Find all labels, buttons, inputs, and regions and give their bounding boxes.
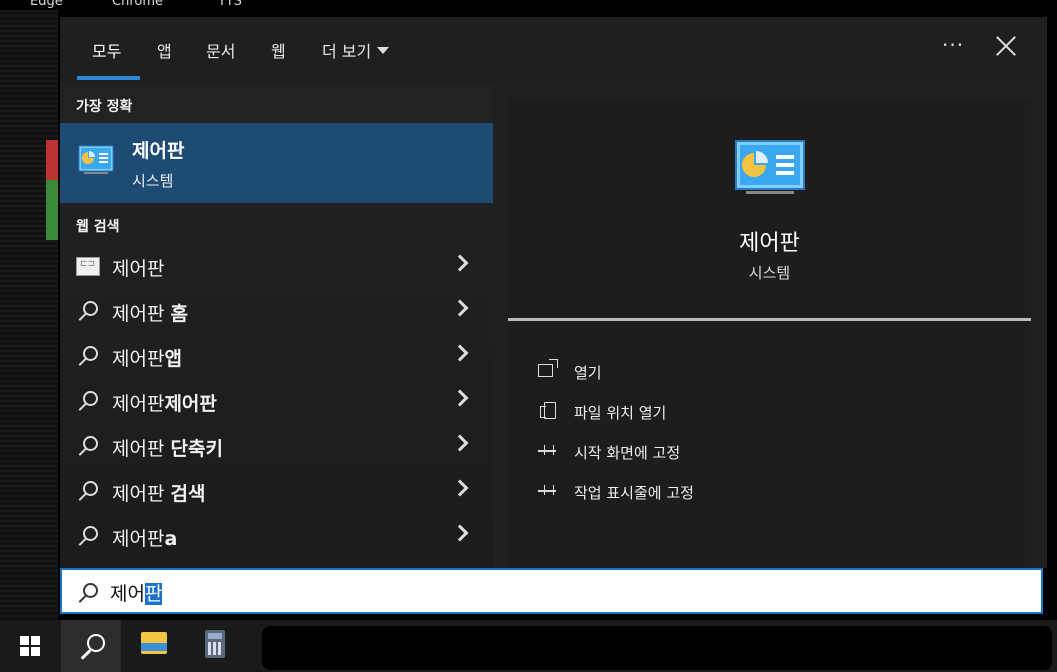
best-match-result[interactable]: 제어판 시스템: [60, 123, 493, 203]
detail-divider: [508, 318, 1031, 321]
chevron-right-icon: [451, 434, 469, 452]
detail-subtitle: 시스템: [748, 264, 791, 282]
web-page-icon: [76, 257, 100, 276]
search-icon: [76, 345, 98, 367]
close-icon[interactable]: [995, 35, 1017, 57]
windows-logo-icon: [20, 636, 40, 656]
web-search-item[interactable]: 제어판: [60, 243, 493, 288]
more-options-button[interactable]: ···: [942, 33, 964, 57]
web-search-heading: 웹 검색: [76, 219, 120, 235]
web-search-item[interactable]: 제어판a: [60, 513, 493, 558]
action-pin-to-start-label: 시작 화면에 고정: [574, 444, 681, 462]
web-search-item[interactable]: 제어판앱: [60, 333, 493, 378]
folder-icon: [141, 632, 167, 654]
web-search-item-label: 제어판 홈: [112, 303, 188, 325]
web-search-item-label: 제어판앱: [112, 348, 182, 370]
web-search-item[interactable]: 제어판제어판: [60, 378, 493, 423]
desktop-label-edge[interactable]: Edge: [30, 0, 63, 9]
chevron-right-icon: [451, 344, 469, 362]
web-search-item-label: 제어판 검색: [112, 483, 206, 505]
web-search-item-label: 제어판a: [112, 528, 178, 550]
search-tabs-bar: 모두 앱 문서 웹 더 보기 ···: [60, 17, 1047, 83]
web-search-item-label: 제어판 단축키: [112, 438, 223, 460]
tab-apps[interactable]: 앱: [157, 38, 172, 62]
action-pin-to-taskbar-label: 작업 표시줄에 고정: [574, 484, 694, 502]
pin-icon: [538, 482, 556, 500]
taskbar-search-button[interactable]: [61, 620, 121, 672]
best-match-subtitle: 시스템: [132, 172, 174, 190]
search-input[interactable]: 제어판: [110, 579, 163, 606]
search-box[interactable]: 제어판: [60, 568, 1043, 614]
taskbar-file-explorer[interactable]: [123, 620, 183, 672]
search-icon: [79, 632, 105, 660]
results-list: 가장 정확 제어판 시스템 웹 검색 제어판 제어판 홈: [60, 83, 493, 568]
desktop-icon-strip: [0, 10, 58, 620]
chevron-right-icon: [451, 254, 469, 272]
taskbar-calculator[interactable]: [185, 620, 245, 672]
control-panel-icon: [78, 145, 114, 174]
redacted-area: [262, 626, 1052, 670]
chevron-right-icon: [451, 524, 469, 542]
search-icon: [76, 390, 98, 412]
control-panel-icon: [735, 140, 805, 194]
tab-more[interactable]: 더 보기: [322, 38, 390, 62]
search-icon: [76, 525, 98, 547]
chevron-right-icon: [451, 299, 469, 317]
active-tab-indicator: [77, 76, 140, 80]
result-detail-pane: 제어판 시스템 열기 파일 위치 열기 시작 화면에 고정 작업 표시줄에 고정: [508, 99, 1031, 568]
search-icon: [76, 480, 98, 502]
selected-text: 판: [144, 583, 163, 605]
search-icon: [76, 582, 98, 604]
calculator-icon: [205, 630, 225, 658]
tab-all[interactable]: 모두: [92, 38, 121, 62]
tab-more-label: 더 보기: [322, 42, 372, 61]
tab-documents[interactable]: 문서: [206, 38, 235, 62]
search-icon: [76, 300, 98, 322]
chevron-down-icon: [377, 47, 390, 54]
best-match-heading: 가장 정확: [76, 99, 133, 115]
file-location-icon: [540, 402, 556, 419]
chevron-right-icon: [451, 479, 469, 497]
desktop-label-tts[interactable]: TTS: [218, 0, 242, 9]
desktop-label-chrome[interactable]: Chrome: [112, 0, 163, 9]
web-search-item[interactable]: 제어판 단축키: [60, 423, 493, 468]
taskbar: [0, 620, 1057, 672]
chevron-right-icon: [451, 389, 469, 407]
web-search-item-label: 제어판: [112, 258, 165, 280]
open-icon: [538, 359, 558, 377]
search-icon: [76, 435, 98, 457]
best-match-title: 제어판: [132, 140, 185, 162]
web-search-item-label: 제어판제어판: [112, 393, 217, 415]
search-panel: 모두 앱 문서 웹 더 보기 ··· 가장 정확 제어판 시스템 웹 검색 ⊏⊐…: [60, 17, 1047, 568]
start-button[interactable]: [0, 620, 60, 672]
web-search-item[interactable]: 제어판 홈: [60, 288, 493, 333]
web-search-item[interactable]: 제어판 검색: [60, 468, 493, 513]
pin-icon: [538, 442, 556, 460]
action-open-label: 열기: [574, 364, 602, 382]
action-open-file-location-label: 파일 위치 열기: [574, 404, 667, 422]
detail-title: 제어판: [739, 231, 800, 256]
tab-web[interactable]: 웹: [271, 38, 286, 62]
